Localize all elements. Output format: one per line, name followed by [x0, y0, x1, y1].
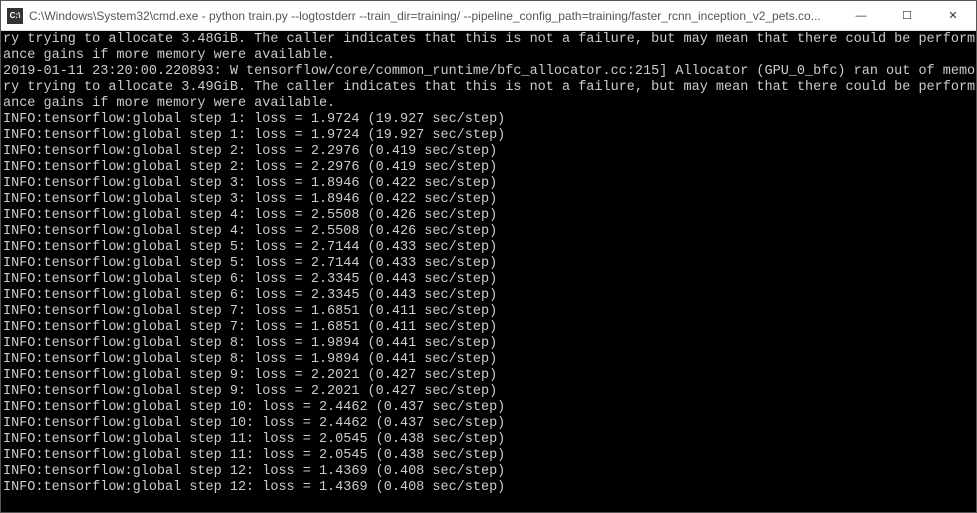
- terminal-line: INFO:tensorflow:global step 6: loss = 2.…: [3, 288, 974, 304]
- terminal-line: INFO:tensorflow:global step 8: loss = 1.…: [3, 352, 974, 368]
- terminal-line: ance gains if more memory were available…: [3, 96, 974, 112]
- terminal-line: INFO:tensorflow:global step 7: loss = 1.…: [3, 320, 974, 336]
- terminal-line: INFO:tensorflow:global step 6: loss = 2.…: [3, 272, 974, 288]
- terminal-line: INFO:tensorflow:global step 12: loss = 1…: [3, 464, 974, 480]
- terminal-line: INFO:tensorflow:global step 9: loss = 2.…: [3, 384, 974, 400]
- minimize-button[interactable]: —: [838, 1, 884, 30]
- terminal-line: INFO:tensorflow:global step 3: loss = 1.…: [3, 192, 974, 208]
- close-button[interactable]: ✕: [930, 1, 976, 30]
- terminal-line: INFO:tensorflow:global step 11: loss = 2…: [3, 432, 974, 448]
- terminal-line: INFO:tensorflow:global step 4: loss = 2.…: [3, 208, 974, 224]
- terminal-line: INFO:tensorflow:global step 9: loss = 2.…: [3, 368, 974, 384]
- cmd-window: C:\ C:\Windows\System32\cmd.exe - python…: [0, 0, 977, 513]
- terminal-line: INFO:tensorflow:global step 3: loss = 1.…: [3, 176, 974, 192]
- window-title: C:\Windows\System32\cmd.exe - python tra…: [29, 9, 838, 23]
- terminal-line: ry trying to allocate 3.48GiB. The calle…: [3, 32, 974, 48]
- cmd-icon: C:\: [7, 8, 23, 24]
- terminal-line: INFO:tensorflow:global step 12: loss = 1…: [3, 480, 974, 496]
- terminal-line: INFO:tensorflow:global step 7: loss = 1.…: [3, 304, 974, 320]
- terminal-line: ry trying to allocate 3.49GiB. The calle…: [3, 80, 974, 96]
- terminal-line: INFO:tensorflow:global step 2: loss = 2.…: [3, 160, 974, 176]
- terminal-line: INFO:tensorflow:global step 4: loss = 2.…: [3, 224, 974, 240]
- terminal-line: INFO:tensorflow:global step 5: loss = 2.…: [3, 240, 974, 256]
- terminal-line: INFO:tensorflow:global step 8: loss = 1.…: [3, 336, 974, 352]
- window-controls: — ☐ ✕: [838, 1, 976, 30]
- titlebar[interactable]: C:\ C:\Windows\System32\cmd.exe - python…: [1, 1, 976, 31]
- terminal-output[interactable]: ry trying to allocate 3.48GiB. The calle…: [1, 31, 976, 512]
- terminal-line: INFO:tensorflow:global step 11: loss = 2…: [3, 448, 974, 464]
- terminal-line: INFO:tensorflow:global step 1: loss = 1.…: [3, 128, 974, 144]
- terminal-line: INFO:tensorflow:global step 5: loss = 2.…: [3, 256, 974, 272]
- maximize-button[interactable]: ☐: [884, 1, 930, 30]
- terminal-line: INFO:tensorflow:global step 10: loss = 2…: [3, 400, 974, 416]
- terminal-line: 2019-01-11 23:20:00.220893: W tensorflow…: [3, 64, 974, 80]
- terminal-line: INFO:tensorflow:global step 1: loss = 1.…: [3, 112, 974, 128]
- terminal-line: INFO:tensorflow:global step 10: loss = 2…: [3, 416, 974, 432]
- terminal-line: ance gains if more memory were available…: [3, 48, 974, 64]
- terminal-line: INFO:tensorflow:global step 2: loss = 2.…: [3, 144, 974, 160]
